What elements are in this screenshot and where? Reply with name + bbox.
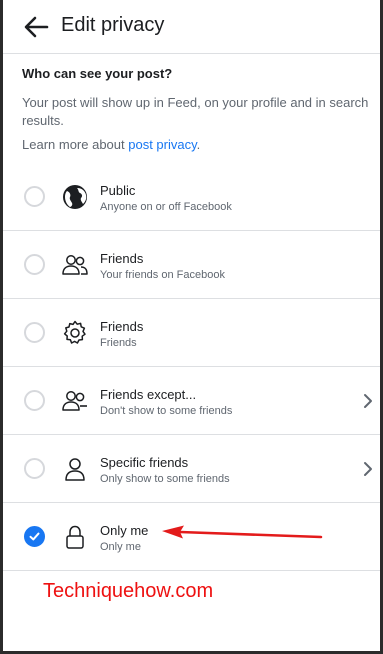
option-label: Specific friends xyxy=(100,455,189,470)
option-sublabel: Don't show to some friends xyxy=(100,405,233,417)
chevron-right-icon xyxy=(364,394,372,408)
privacy-option-friends-except[interactable]: Friends except... Don't show to some fri… xyxy=(3,367,380,435)
option-sublabel: Anyone on or off Facebook xyxy=(100,201,232,213)
radio-button[interactable] xyxy=(24,186,45,207)
radio-button-selected[interactable] xyxy=(24,526,45,547)
radio-button[interactable] xyxy=(24,390,45,411)
learn-more-text: Learn more about post privacy. xyxy=(22,137,200,152)
privacy-option-public[interactable]: Public Anyone on or off Facebook xyxy=(3,163,380,231)
lock-icon xyxy=(66,525,84,549)
radio-button[interactable] xyxy=(24,322,45,343)
learn-more-suffix: . xyxy=(196,137,201,152)
screen-frame: Edit privacy Who can see your post? Your… xyxy=(0,0,383,654)
section-heading: Who can see your post? xyxy=(22,66,173,81)
watermark-text: Techniquehow.com xyxy=(43,580,214,602)
gear-icon xyxy=(63,320,86,344)
option-label: Public xyxy=(100,183,136,198)
option-sublabel: Friends xyxy=(100,337,137,349)
option-label: Only me xyxy=(100,523,149,538)
annotation-arrow xyxy=(162,525,323,539)
header-bar: Edit privacy xyxy=(3,0,380,54)
post-privacy-link[interactable]: post privacy xyxy=(128,137,196,152)
option-label: Friends xyxy=(100,251,144,266)
checkmark-icon xyxy=(29,532,40,541)
option-label: Friends except... xyxy=(100,387,197,402)
radio-button[interactable] xyxy=(24,458,45,479)
option-label: Friends xyxy=(100,319,144,334)
option-sublabel: Only show to some friends xyxy=(100,473,230,485)
friends-icon xyxy=(62,255,88,275)
privacy-option-friends-custom[interactable]: Friends Friends xyxy=(3,299,380,367)
learn-more-prefix: Learn more about xyxy=(22,137,129,152)
person-icon xyxy=(65,458,85,481)
friends-except-icon xyxy=(62,391,87,411)
radio-button[interactable] xyxy=(24,254,45,275)
chevron-right-icon xyxy=(364,462,372,476)
option-sublabel: Only me xyxy=(100,541,141,553)
privacy-description: Your post will show up in Feed, on your … xyxy=(22,95,369,128)
privacy-option-specific-friends[interactable]: Specific friends Only show to some frien… xyxy=(3,435,380,503)
arrow-left-icon[interactable] xyxy=(21,12,51,42)
globe-icon xyxy=(63,185,87,209)
privacy-option-friends[interactable]: Friends Your friends on Facebook xyxy=(3,231,380,299)
option-sublabel: Your friends on Facebook xyxy=(100,269,225,281)
page-title: Edit privacy xyxy=(61,14,165,36)
